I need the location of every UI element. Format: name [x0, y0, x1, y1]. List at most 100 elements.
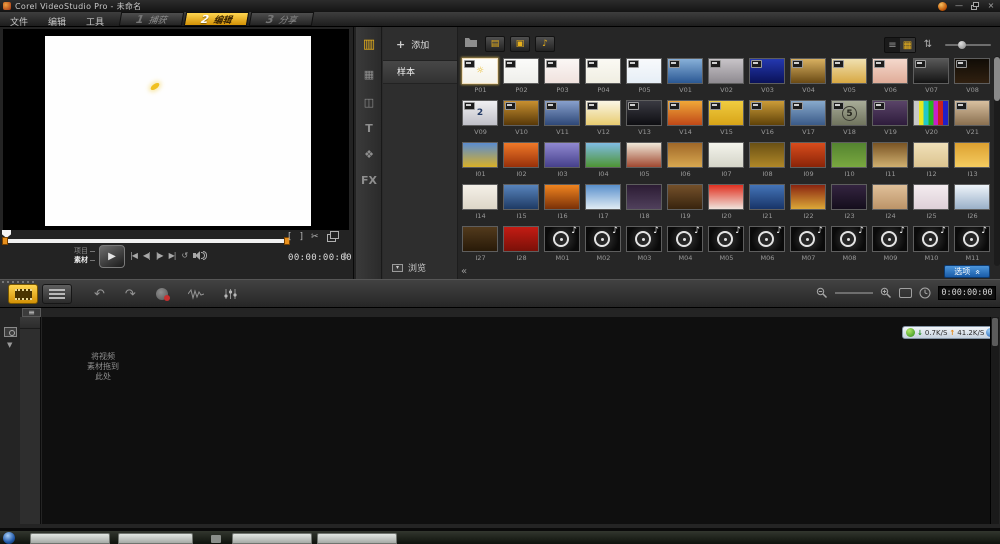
thumbnail-V13[interactable]: V13: [624, 98, 665, 140]
thumbnail-I10[interactable]: I10: [829, 140, 870, 182]
transition-icon[interactable]: ◫: [356, 93, 382, 111]
thumbnail-V01[interactable]: V01: [665, 56, 706, 98]
thumbnail-I16[interactable]: I16: [542, 182, 583, 224]
go-to-start-button[interactable]: |◀: [130, 251, 137, 260]
track-header-column[interactable]: [20, 317, 41, 524]
thumbnail-M09[interactable]: ♪M09: [870, 224, 911, 266]
folder-icon[interactable]: [464, 36, 478, 47]
thumbnail-I01[interactable]: I01: [460, 140, 501, 182]
go-to-end-button[interactable]: ▶|: [169, 251, 176, 260]
enlarge-preview-icon[interactable]: [327, 234, 336, 242]
redo-button[interactable]: ↷: [125, 287, 136, 302]
menu-item-3[interactable]: 工具: [76, 18, 114, 28]
media-icon[interactable]: ▥: [356, 35, 382, 53]
add-folder-button[interactable]: + 添加: [383, 27, 457, 60]
thumbnail-I21[interactable]: I21: [747, 182, 788, 224]
filter-fx-icon[interactable]: FX: [356, 171, 382, 189]
next-frame-button[interactable]: |▶: [156, 251, 163, 260]
network-speed-widget[interactable]: ↓ 0.7K/S ↑ 41.2K/S: [902, 326, 999, 339]
thumbnail-V16[interactable]: V16: [747, 98, 788, 140]
thumbnail-I17[interactable]: I17: [583, 182, 624, 224]
thumbnail-M06[interactable]: ♪M06: [747, 224, 788, 266]
thumbnail-P03[interactable]: P03: [542, 56, 583, 98]
thumbnail-zoom-slider[interactable]: [945, 44, 991, 46]
zoom-in-icon[interactable]: [880, 287, 892, 299]
browse-button[interactable]: ▾ 浏览: [392, 261, 426, 274]
thumbnail-P04[interactable]: P04: [583, 56, 624, 98]
thumbnail-M04[interactable]: ♪M04: [665, 224, 706, 266]
duration-clock-icon[interactable]: [919, 287, 931, 299]
mode-clip-label[interactable]: 素材: [74, 256, 88, 264]
undo-button[interactable]: ↶: [94, 287, 105, 302]
video-track-lane[interactable]: 将视频素材拖到此处 ↓ 0.7K/S ↑ 41.2K/S: [42, 317, 990, 524]
mark-in-button[interactable]: [: [288, 232, 292, 242]
thumbnail-V19[interactable]: V19: [870, 98, 911, 140]
options-button[interactable]: 选项 «: [944, 265, 990, 278]
thumbnail-I15[interactable]: I15: [501, 182, 542, 224]
thumbnail-I19[interactable]: I19: [665, 182, 706, 224]
start-orb-icon[interactable]: [3, 532, 15, 544]
sound-wave-icon[interactable]: [188, 288, 204, 300]
thumbnail-I26[interactable]: I26: [952, 182, 993, 224]
track-dropdown-icon[interactable]: ▼: [7, 341, 12, 349]
thumbnail-M11[interactable]: ♪M11: [952, 224, 993, 266]
thumbnail-M03[interactable]: ♪M03: [624, 224, 665, 266]
scrubber-track[interactable]: [4, 239, 288, 243]
menu-item-1[interactable]: 文件: [0, 18, 38, 28]
grid-view-button[interactable]: ▦: [900, 38, 915, 52]
show-photos-button[interactable]: ▣: [510, 36, 530, 52]
sort-button[interactable]: ⇅: [921, 38, 935, 51]
toolbar-grip[interactable]: [2, 281, 36, 283]
thumbnail-I14[interactable]: I14: [460, 182, 501, 224]
step-tab-1[interactable]: 1捕获: [119, 12, 184, 26]
mark-out-button[interactable]: ]: [300, 232, 304, 242]
thumbnail-P02[interactable]: P02: [501, 56, 542, 98]
thumbnail-V12[interactable]: V12: [583, 98, 624, 140]
instant-project-icon[interactable]: ▦: [356, 65, 382, 83]
thumbnail-I24[interactable]: I24: [870, 182, 911, 224]
thumbnail-I04[interactable]: I04: [583, 140, 624, 182]
thumbnail-M01[interactable]: ♪M01: [542, 224, 583, 266]
close-button[interactable]: ×: [986, 1, 996, 11]
thumbnail-I02[interactable]: I02: [501, 140, 542, 182]
thumbnail-I18[interactable]: I18: [624, 182, 665, 224]
graphic-icon[interactable]: ❖: [356, 145, 382, 163]
show-audio-button[interactable]: ♪: [535, 36, 555, 52]
record-capture-icon[interactable]: [156, 288, 168, 300]
taskbar-window-button[interactable]: [30, 533, 110, 544]
restore-button[interactable]: [971, 2, 979, 10]
timecode-spinner[interactable]: ▲▼: [343, 252, 347, 262]
gallery-scrollbar-thumb[interactable]: [994, 57, 1000, 101]
split-clip-button[interactable]: ✂: [311, 232, 319, 242]
thumbnail-I07[interactable]: I07: [706, 140, 747, 182]
thumbnail-I13[interactable]: I13: [952, 140, 993, 182]
fit-project-icon[interactable]: [899, 288, 912, 298]
thumbnail-V04[interactable]: V04: [788, 56, 829, 98]
thumbnail-I09[interactable]: I09: [788, 140, 829, 182]
repeat-button[interactable]: ↺: [181, 251, 187, 260]
previous-frame-button[interactable]: ◀|: [143, 251, 150, 260]
thumbnail-V10[interactable]: V10: [501, 98, 542, 140]
thumbnail-I06[interactable]: I06: [665, 140, 706, 182]
thumbnail-P01[interactable]: ☼P01: [460, 56, 501, 98]
help-orb-icon[interactable]: [938, 2, 947, 11]
menu-item-2[interactable]: 编辑: [38, 18, 76, 28]
thumbnail-I03[interactable]: I03: [542, 140, 583, 182]
sound-mixer-icon[interactable]: [224, 288, 237, 300]
taskbar-window-button[interactable]: [317, 533, 397, 544]
timeline-scrollbar[interactable]: [990, 317, 999, 524]
thumbnail-V09[interactable]: 2V09: [460, 98, 501, 140]
thumbnail-I20[interactable]: I20: [706, 182, 747, 224]
timeline-zoom-slider[interactable]: [835, 292, 873, 294]
taskbar-window-button[interactable]: [118, 533, 193, 544]
thumbnail-I12[interactable]: I12: [911, 140, 952, 182]
mode-project-label[interactable]: 项目: [74, 247, 88, 255]
thumbnail-I08[interactable]: I08: [747, 140, 788, 182]
thumbnail-V11[interactable]: V11: [542, 98, 583, 140]
thumbnail-V15[interactable]: V15: [706, 98, 747, 140]
thumbnail-V21[interactable]: V21: [952, 98, 993, 140]
storyboard-view-button[interactable]: [8, 284, 38, 304]
thumbnail-V20[interactable]: V20: [911, 98, 952, 140]
track-manager-button[interactable]: ≡: [22, 308, 41, 317]
thumbnail-I25[interactable]: I25: [911, 182, 952, 224]
